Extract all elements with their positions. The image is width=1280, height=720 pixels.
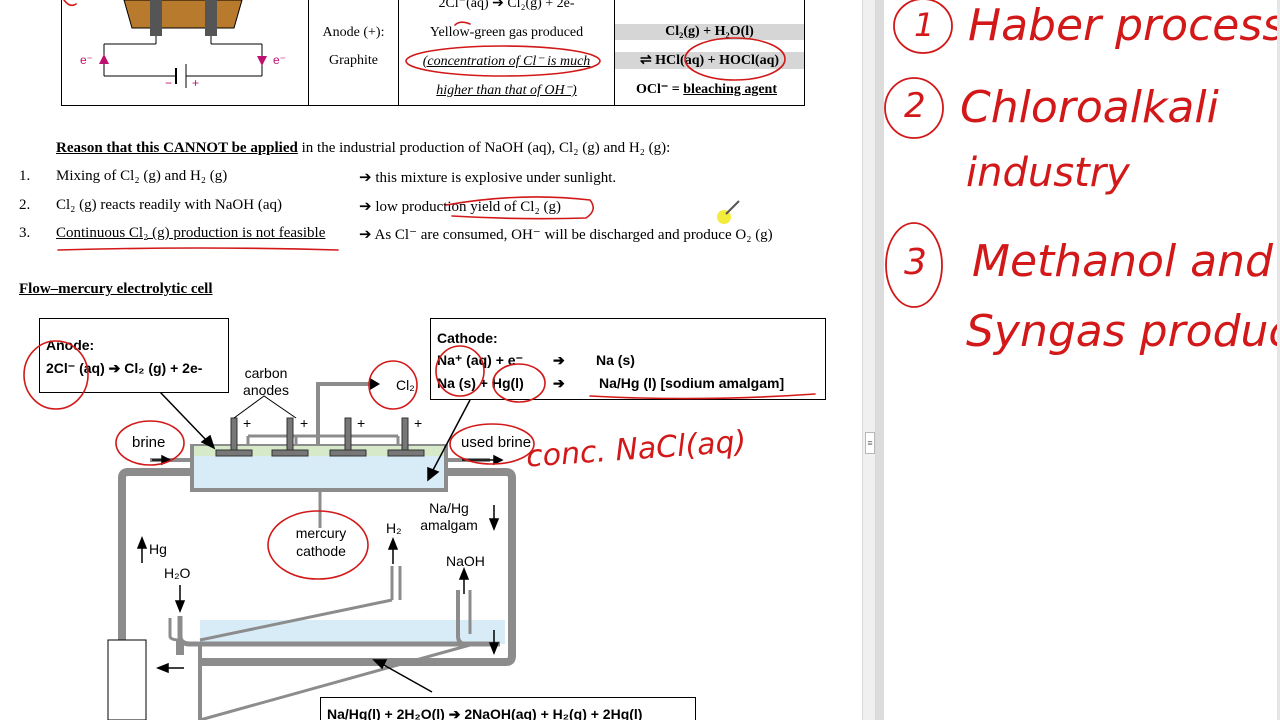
note-text: Syngas production [966,306,1280,357]
note-number: 1 [914,6,935,44]
pane-splitter[interactable] [876,0,884,720]
ink-annotations [23,0,816,580]
handwritten-notes-pane: 1 Haber process 2 Chloroalkali industry … [884,0,1280,720]
vertical-scrollbar[interactable]: ≡ [862,0,876,720]
pen-cursor-icon [717,200,740,224]
note-number: 2 [904,86,926,126]
note-text: Haber process [968,0,1280,51]
note-number: 3 [904,242,927,283]
document-page: e⁻ e⁻ − + Anode (+): Graphite 2Cl⁻(aq) ➔… [0,0,862,720]
note-text: industry [966,150,1130,196]
note-text: Chloroalkali [960,82,1219,133]
scrollbar-grip-icon[interactable]: ≡ [865,432,875,454]
note-text: Methanol and [972,236,1273,287]
